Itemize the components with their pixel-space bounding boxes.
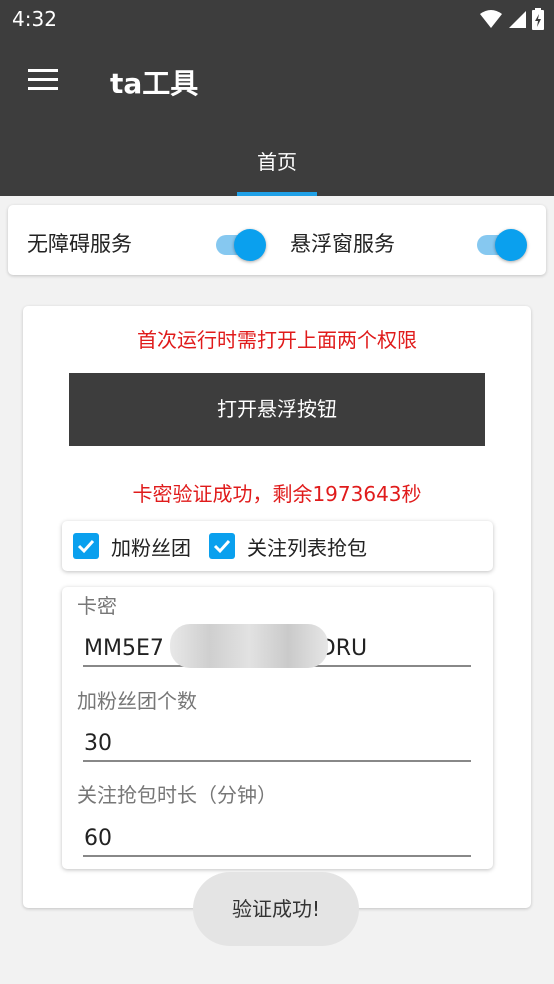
duration-input[interactable] — [83, 817, 471, 857]
signal-icon — [509, 11, 526, 28]
options-card: 加粉丝团 关注列表抢包 — [62, 521, 493, 571]
fan-count-label: 加粉丝团个数 — [77, 689, 197, 713]
follow-grab-checkbox[interactable]: 关注列表抢包 — [209, 532, 367, 560]
permission-notice: 首次运行时需打开上面两个权限 — [137, 328, 417, 352]
status-time: 4:32 — [12, 7, 57, 31]
fan-club-checkbox[interactable]: 加粉丝团 — [73, 532, 191, 560]
overlay-label: 悬浮窗服务 — [290, 232, 395, 256]
tab-label: 首页 — [257, 150, 297, 174]
checkbox-checked-icon — [73, 533, 99, 559]
accessibility-switch[interactable] — [212, 227, 266, 261]
main-card: 首次运行时需打开上面两个权限 打开悬浮按钮 卡密验证成功，剩余1973643秒 … — [23, 306, 531, 908]
redacted-blur — [170, 624, 328, 668]
fan-count-input[interactable] — [83, 722, 471, 762]
status-bar: 4:32 — [0, 0, 554, 38]
permissions-card: 无障碍服务 悬浮窗服务 — [8, 205, 546, 275]
menu-icon[interactable] — [28, 69, 58, 91]
open-float-button[interactable]: 打开悬浮按钮 — [69, 373, 485, 446]
app-title: ta工具 — [110, 67, 199, 100]
overlay-switch[interactable] — [473, 227, 527, 261]
duration-label: 关注抢包时长（分钟） — [77, 783, 277, 807]
fields-card: 卡密 加粉丝团个数 关注抢包时长（分钟） — [62, 587, 493, 869]
tab-indicator — [237, 192, 317, 196]
follow-grab-label: 关注列表抢包 — [247, 535, 367, 560]
verify-message: 卡密验证成功，剩余1973643秒 — [132, 482, 422, 506]
app-bar: ta工具 首页 — [0, 38, 554, 196]
status-icons — [480, 8, 544, 30]
accessibility-label: 无障碍服务 — [27, 232, 132, 256]
fan-club-label: 加粉丝团 — [111, 535, 191, 560]
toast-message: 验证成功! — [193, 872, 359, 946]
battery-icon — [532, 8, 544, 30]
card-key-label: 卡密 — [77, 594, 117, 618]
tab-home[interactable]: 首页 — [237, 134, 317, 196]
wifi-icon — [480, 10, 502, 28]
checkbox-checked-icon — [209, 533, 235, 559]
